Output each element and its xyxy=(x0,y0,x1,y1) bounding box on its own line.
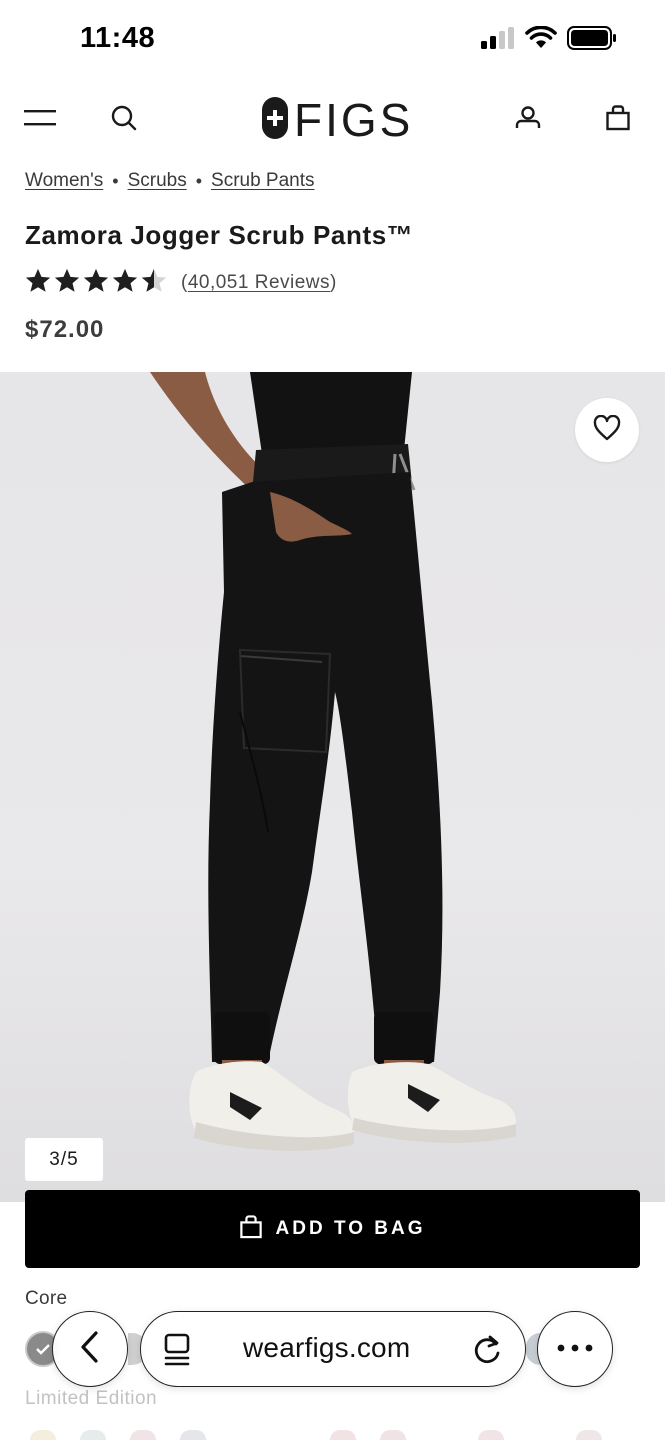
site-header: FIGS xyxy=(0,88,665,152)
more-icon xyxy=(555,1340,595,1358)
star-icon xyxy=(83,268,109,298)
breadcrumb: Women's • Scrubs • Scrub Pants xyxy=(25,170,315,192)
star-icon xyxy=(25,268,51,298)
wifi-icon xyxy=(525,25,557,55)
product-rating[interactable]: (40,051 Reviews) xyxy=(25,268,337,298)
status-icons xyxy=(481,25,617,55)
breadcrumb-separator: • xyxy=(112,170,119,191)
core-colors-label: Core xyxy=(25,1288,68,1309)
battery-icon xyxy=(567,26,617,55)
status-bar: 11:48 xyxy=(0,0,665,80)
reviews-link[interactable]: (40,051 Reviews) xyxy=(181,272,337,294)
color-swatch[interactable] xyxy=(576,1430,602,1440)
color-swatch[interactable] xyxy=(330,1430,356,1440)
add-to-bag-button[interactable]: ADD TO BAG xyxy=(25,1190,640,1268)
browser-more-button[interactable] xyxy=(537,1311,613,1387)
color-swatch[interactable] xyxy=(130,1430,156,1440)
star-icon xyxy=(112,268,138,298)
half-star-icon xyxy=(141,268,167,298)
account-icon xyxy=(515,105,541,135)
logo-wordmark: FIGS xyxy=(294,94,414,146)
breadcrumb-separator: • xyxy=(195,170,203,191)
breadcrumb-scrubs[interactable]: Scrubs xyxy=(128,170,187,192)
browser-back-button[interactable] xyxy=(52,1311,128,1387)
browser-url[interactable]: wearfigs.com xyxy=(243,1332,410,1364)
breadcrumb-scrub-pants[interactable]: Scrub Pants xyxy=(211,170,315,192)
account-button[interactable] xyxy=(504,88,552,152)
hamburger-menu-icon xyxy=(24,108,58,133)
shopping-bag-icon xyxy=(606,104,630,136)
add-to-bag-label: ADD TO BAG xyxy=(275,1218,426,1239)
product-photo xyxy=(150,372,516,1151)
hamburger-menu-button[interactable] xyxy=(17,88,65,152)
reload-icon[interactable] xyxy=(471,1332,503,1371)
product-price: $72.00 xyxy=(25,316,105,343)
color-swatch[interactable] xyxy=(478,1430,504,1440)
status-time: 11:48 xyxy=(80,22,156,54)
search-button[interactable] xyxy=(100,88,148,152)
cellular-signal-icon xyxy=(481,27,515,54)
logo-cross-icon xyxy=(262,96,288,144)
search-icon xyxy=(111,105,137,136)
star-icon xyxy=(54,268,80,298)
rating-stars xyxy=(25,268,167,298)
limited-edition-label: Limited Edition xyxy=(25,1388,158,1409)
tabs-icon[interactable] xyxy=(163,1332,193,1373)
color-swatch[interactable] xyxy=(80,1430,106,1440)
color-swatch[interactable] xyxy=(180,1430,206,1440)
reviews-count[interactable]: 40,051 Reviews xyxy=(188,272,330,293)
figs-logo[interactable]: FIGS xyxy=(262,96,413,144)
product-title: Zamora Jogger Scrub Pants™ xyxy=(25,220,414,250)
bag-button[interactable] xyxy=(594,88,642,152)
shopping-bag-icon xyxy=(239,1214,262,1244)
heart-icon xyxy=(593,414,621,446)
wishlist-button[interactable] xyxy=(575,398,639,462)
chevron-left-icon xyxy=(79,1330,101,1369)
product-image[interactable] xyxy=(0,372,665,1202)
image-counter: 3/5 xyxy=(25,1138,103,1181)
color-swatch[interactable] xyxy=(380,1430,406,1440)
breadcrumb-womens[interactable]: Women's xyxy=(25,170,103,192)
color-swatch[interactable] xyxy=(30,1430,56,1440)
browser-address-bar[interactable]: wearfigs.com xyxy=(140,1311,526,1387)
